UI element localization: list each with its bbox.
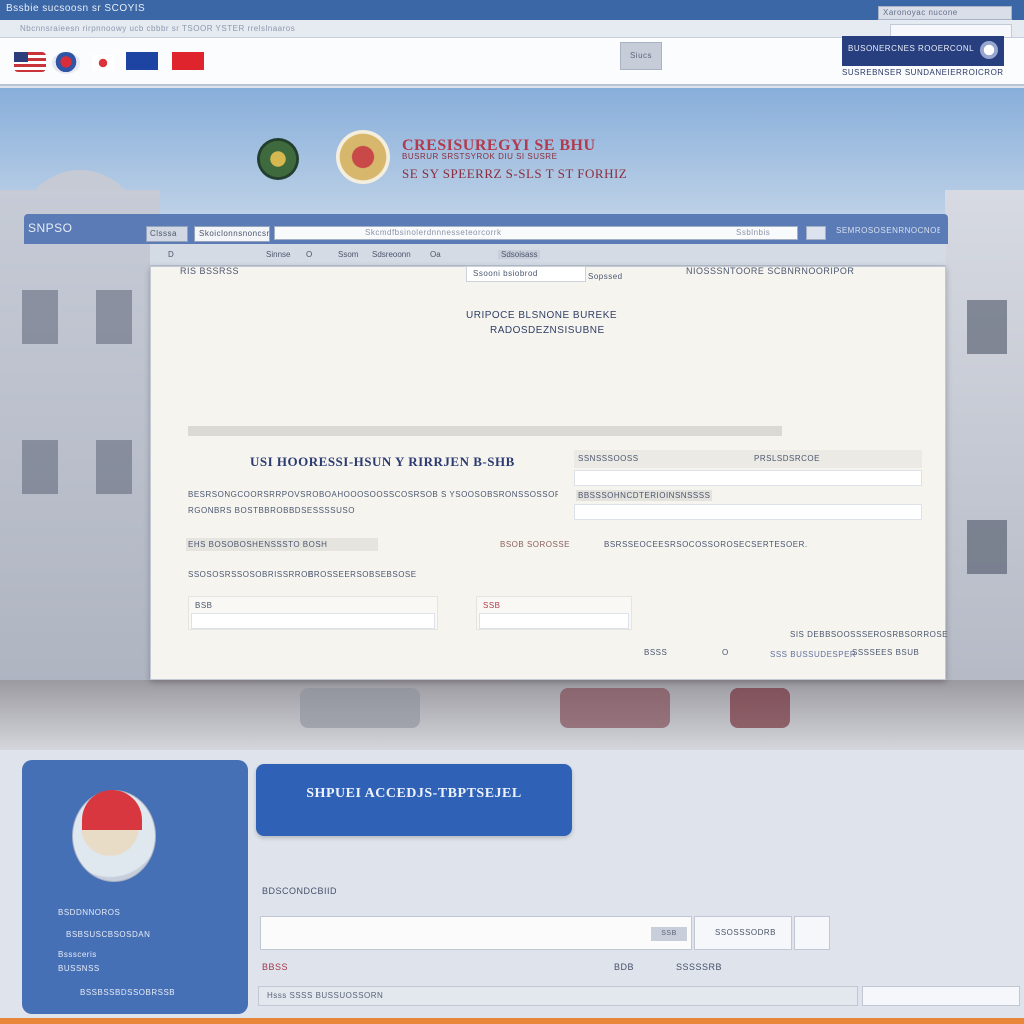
row-label: RIS BSSRSS (180, 266, 240, 276)
option-label[interactable]: BROSSEERSOBSEBSOSE (308, 570, 417, 579)
text-input[interactable] (191, 613, 435, 629)
description-text: BESRSONGCOORSRRPOVSROBOAHOOOSOOSSCOSRSOB… (188, 490, 558, 499)
national-seal-icon (336, 130, 390, 184)
card-line: BSBSUSCBSOSDAN (66, 930, 151, 939)
seal-icon (980, 41, 998, 59)
window-tab[interactable]: Clsssa (146, 226, 188, 242)
select-dropdown[interactable]: SSOSSSODRB (694, 916, 792, 950)
toolbar-item[interactable]: D (168, 250, 174, 259)
building-right-image (945, 190, 1024, 710)
text-input[interactable] (574, 504, 922, 520)
sub-nav-links[interactable]: Nbcnnsraieesn rirpnnoowy ucb cbbbr sr TS… (20, 24, 295, 33)
card-line: Bsssceris (58, 950, 97, 959)
footer-text: BSSS (644, 648, 668, 657)
url-right-label: Ssblnbis (736, 228, 771, 237)
us-flag-icon[interactable] (14, 52, 46, 72)
window-toolbar: D Sinnse O Ssom Sdsreoonn Oa Sdsoisass (150, 244, 946, 266)
section-heading-2: RADOSDEZNSISUBNE (490, 325, 605, 336)
go-button[interactable] (806, 226, 826, 240)
brand-name: BUSONERCNES ROOERCONL (848, 44, 975, 53)
top-bar: Bssbie sucsoosn sr SCOYIS (0, 0, 1024, 20)
window-title: SNPSO (28, 221, 73, 235)
dropdown-label: Sopssed (588, 272, 623, 281)
row-label: BDB (614, 962, 635, 972)
apply-button[interactable]: SHPUEI ACCEDJS-TBPTSEJEL (256, 764, 572, 836)
option-label[interactable]: SSOSOSRSSOSOBRISSRROE (188, 570, 314, 579)
field-label: BDSCONDCBIID (262, 886, 338, 896)
description-text: RGONBRS BOSTBBROBBDSESSSSUSO (188, 506, 355, 515)
toolbar-item[interactable]: Sdsreoonn (372, 250, 411, 259)
car-image (300, 688, 420, 728)
field-label: BBSSSOHNCDTERIOINSNSSSS (576, 490, 713, 501)
search-input[interactable]: SSB (260, 916, 692, 950)
field-label: PRSLSDSRCOE (754, 454, 820, 463)
field-header: SSNSSSOOSS PRSLSDSRCOE (574, 450, 922, 468)
dropdown[interactable]: Ssooni bsiobrod (466, 266, 586, 282)
building-left-image (0, 190, 160, 710)
footer-text: SIS DEBBSOOSSSEROSRBSORROSE (790, 630, 948, 639)
toolbar-item[interactable]: Sinnse (266, 250, 290, 259)
street-image (0, 680, 1024, 750)
eu-flag-icon[interactable] (126, 52, 158, 70)
divider (188, 426, 782, 436)
link[interactable]: EHS BOSOBOSHENSSSTO BOSH (186, 538, 378, 551)
window-right-title: SEMROSOSENRNOCNOES (836, 226, 940, 235)
select-dropdown[interactable] (862, 986, 1020, 1006)
top-search-input[interactable]: Xaronoyac nucone (878, 6, 1012, 20)
china-flag-icon[interactable] (172, 52, 204, 70)
text-input[interactable] (479, 613, 629, 629)
accent-bar (0, 1018, 1024, 1024)
government-subtitle-2: SE SY SPEERRZ S-SLS T ST FORHIZ (402, 166, 628, 181)
row-label: BBSS (262, 962, 289, 972)
government-subtitle: BUSRUR SRSTSYROK DIU SI SUSRE (402, 152, 558, 161)
field-label: SSNSSSOOSS (578, 454, 639, 463)
window-tab-active[interactable]: Skoiclonnsnoncsr (194, 226, 270, 242)
text-input[interactable] (574, 470, 922, 486)
emblem-icon (257, 138, 299, 180)
select-toggle[interactable] (794, 916, 830, 950)
input-label: BSB (195, 601, 213, 610)
input-label: SSB (483, 601, 501, 610)
toolbar-item[interactable]: Ssom (338, 250, 358, 259)
row-label: SSSSSRB (676, 962, 723, 972)
toolbar-item[interactable]: O (306, 250, 312, 259)
header-button[interactable]: Siucs (620, 42, 662, 70)
car-image (560, 688, 670, 728)
text-input[interactable]: Hsss SSSS BUSSUOSSORN (258, 986, 858, 1006)
card-line: BSSBSSBDSSOBRSSB (80, 988, 176, 997)
footer-link[interactable]: SSS BUSSUDESPER (770, 650, 856, 659)
site-title: Bssbie sucsoosn sr SCOYIS (6, 3, 146, 14)
section-heading: URIPOCE BLSNONE BUREKE (466, 310, 618, 321)
input-tag: SSB (651, 927, 687, 941)
car-image (730, 688, 790, 728)
link[interactable]: BSRSSEOCEESRSOCOSSOROSECSERTESOER. (604, 540, 840, 549)
input-group: SSB (476, 596, 632, 630)
toolbar-item[interactable]: Oa (430, 250, 441, 259)
card-line: BSDDNNOROS (58, 908, 121, 917)
brand-tagline: SUSREBNSER SUNDANEIERROICROR (842, 68, 1004, 77)
link[interactable]: BSOB SOROSSE (500, 540, 570, 549)
row-right-label: NIOSSSNTOORE SCBNRNOORIPOR (686, 266, 855, 276)
url-field[interactable]: Skcmdfbsinolerdnnnesseteorcorrk (274, 226, 798, 240)
card-line: BUSSNSS (58, 964, 100, 973)
footer-text: O (722, 648, 729, 657)
brand-banner[interactable]: BUSONERCNES ROOERCONL (842, 36, 1004, 66)
korea-flag-icon[interactable] (52, 52, 80, 74)
input-group: BSB (188, 596, 438, 630)
footer-link[interactable]: SSSSEES BSUB (852, 648, 919, 657)
form-title: USI HOORESSI-HSUN Y RIRRJEN B-SHB (250, 454, 515, 469)
japan-flag-icon[interactable] (92, 55, 114, 71)
toolbar-item[interactable]: Sdsoisass (498, 250, 541, 259)
